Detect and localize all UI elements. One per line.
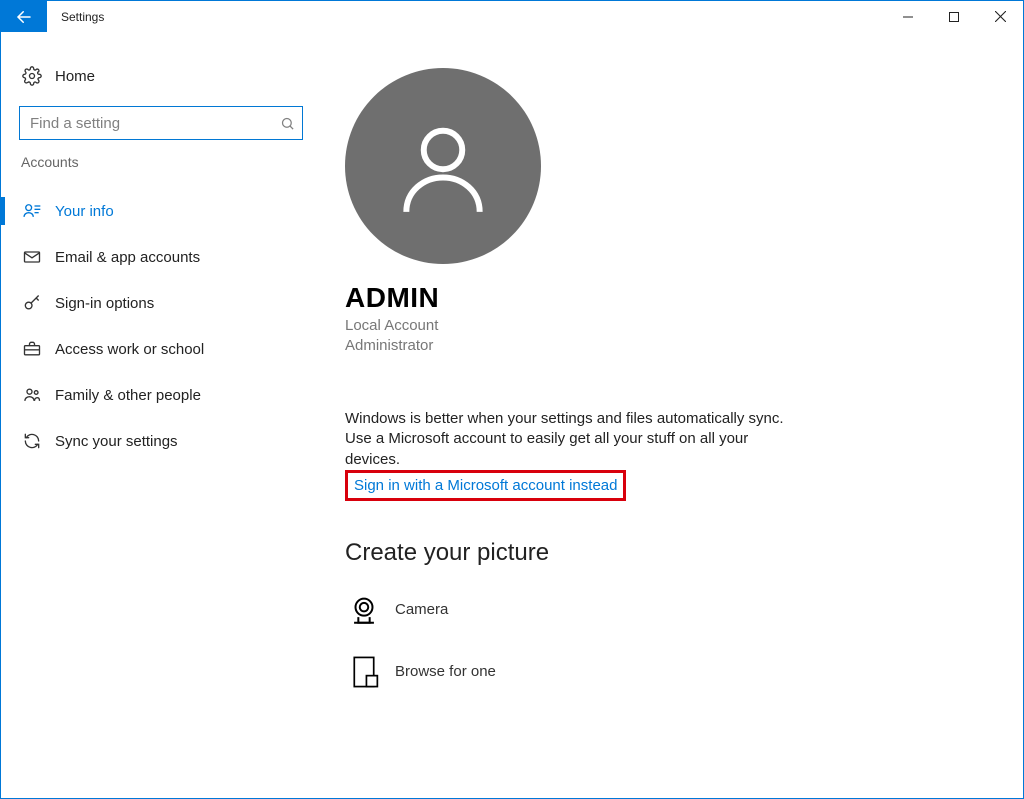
account-role: Administrator (345, 336, 963, 356)
home-label: Home (55, 68, 95, 85)
nav-sync[interactable]: Sync your settings (1, 418, 321, 464)
account-name: ADMIN (345, 282, 963, 314)
arrow-left-icon (15, 8, 33, 26)
body: Home Accounts (1, 32, 1023, 798)
minimize-icon (903, 12, 913, 22)
key-icon (21, 292, 43, 314)
nav-label: Sync your settings (55, 433, 178, 450)
picture-option-label: Browse for one (395, 663, 496, 680)
nav-label: Sign-in options (55, 295, 154, 312)
nav-family[interactable]: Family & other people (1, 372, 321, 418)
people-icon (21, 384, 43, 406)
picture-option-label: Camera (395, 601, 448, 618)
back-button[interactable] (1, 1, 47, 32)
section-header: Accounts (1, 154, 321, 176)
search-icon (278, 114, 296, 132)
person-icon (388, 111, 498, 221)
nav-label: Family & other people (55, 387, 201, 404)
minimize-button[interactable] (885, 1, 931, 32)
briefcase-icon (21, 338, 43, 360)
maximize-button[interactable] (931, 1, 977, 32)
picture-option-camera[interactable]: Camera (345, 591, 963, 629)
nav-list: Your info Email & app accounts (1, 182, 321, 464)
create-picture-title: Create your picture (345, 539, 963, 567)
envelope-icon (21, 246, 43, 268)
window-caption-buttons (885, 1, 1023, 32)
browse-icon (345, 653, 383, 691)
account-type: Local Account (345, 316, 963, 336)
signin-link-highlight: Sign in with a Microsoft account instead (345, 470, 626, 501)
settings-window: Settings Home (0, 0, 1024, 799)
close-button[interactable] (977, 1, 1023, 32)
signin-microsoft-link[interactable]: Sign in with a Microsoft account instead (354, 477, 617, 494)
nav-signin-options[interactable]: Sign-in options (1, 280, 321, 326)
sync-icon (21, 430, 43, 452)
person-badge-icon (21, 200, 43, 222)
content: ADMIN Local Account Administrator Window… (321, 32, 1023, 798)
nav-email-app[interactable]: Email & app accounts (1, 234, 321, 280)
search-input[interactable] (26, 114, 278, 133)
search-box[interactable] (19, 106, 303, 140)
nav-access-work[interactable]: Access work or school (1, 326, 321, 372)
window-title: Settings (47, 1, 104, 32)
home-nav[interactable]: Home (1, 54, 321, 98)
nav-your-info[interactable]: Your info (1, 188, 321, 234)
avatar (345, 68, 541, 264)
nav-label: Email & app accounts (55, 249, 200, 266)
title-bar: Settings (1, 1, 1023, 32)
nav-label: Access work or school (55, 341, 204, 358)
search-wrap (19, 106, 303, 140)
camera-icon (345, 591, 383, 629)
nav-label: Your info (55, 203, 114, 220)
picture-option-browse[interactable]: Browse for one (345, 653, 963, 691)
sidebar: Home Accounts (1, 32, 321, 798)
sync-blurb: Windows is better when your settings and… (345, 409, 805, 470)
gear-icon (21, 65, 43, 87)
close-icon (995, 11, 1006, 22)
maximize-icon (949, 12, 959, 22)
